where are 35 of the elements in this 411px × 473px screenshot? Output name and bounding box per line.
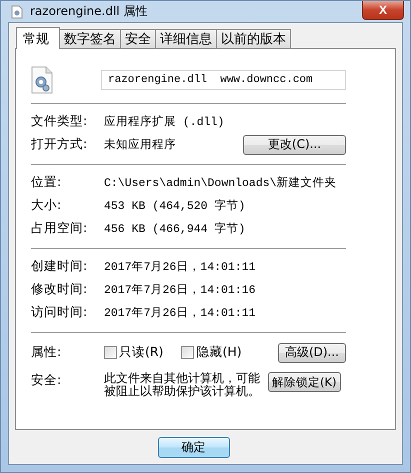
change-button[interactable]: 更改(C)... [243, 134, 346, 154]
unblock-button[interactable]: 解除锁定(K) [268, 372, 341, 392]
field-value: 456 KB (466,944 字节) [104, 221, 246, 236]
close-button[interactable]: X [362, 1, 404, 20]
checkbox[interactable] [181, 346, 194, 359]
field-label: 安全: [31, 372, 62, 389]
tab[interactable]: 以前的版本 [216, 29, 291, 48]
tab[interactable]: 安全 [120, 29, 156, 48]
field-value: 未知应用程序 [104, 137, 177, 152]
tab[interactable]: 详细信息 [155, 29, 217, 48]
field-label: 访问时间: [31, 304, 88, 321]
field-label: 修改时间: [31, 281, 88, 298]
field-label: 占用空间: [31, 220, 88, 237]
field-label: 属性: [31, 344, 62, 361]
field-label: 位置: [31, 174, 62, 191]
field-label: 创建时间: [31, 258, 88, 275]
tab[interactable]: 数字签名 [59, 29, 121, 48]
tab[interactable]: 常规 [16, 27, 60, 49]
field-label: 大小: [31, 197, 62, 214]
checkbox-label[interactable]: 只读(R) [119, 344, 164, 361]
field-value: C:\Users\admin\Downloads\新建文件夹 [104, 175, 338, 190]
field-label: 打开方式: [31, 136, 88, 153]
field-label: 文件类型: [31, 113, 88, 130]
checkbox-label[interactable]: 隐藏(H) [196, 344, 242, 361]
field-value: 2017年7月26日，14:01:11 [104, 306, 257, 320]
ok-button[interactable]: 确定 [158, 437, 230, 458]
field-value: 应用程序扩展 (.dll) [104, 114, 226, 129]
field-value: 453 KB (464,520 字节) [104, 198, 246, 213]
advanced-button[interactable]: 高级(D)... [278, 342, 346, 362]
file-name-field[interactable]: razorengine.dll www.downcc.com [101, 70, 346, 90]
window-title: razorengine.dll 属性 [30, 3, 148, 20]
field-value: 2017年7月26日，14:01:16 [104, 282, 257, 297]
checkbox[interactable] [104, 346, 117, 359]
field-value: 2017年7月26日，14:01:11 [104, 260, 257, 274]
security-text: 此文件来自其他计算机，可能被阻止以帮助保护该计算机。 [104, 372, 261, 398]
